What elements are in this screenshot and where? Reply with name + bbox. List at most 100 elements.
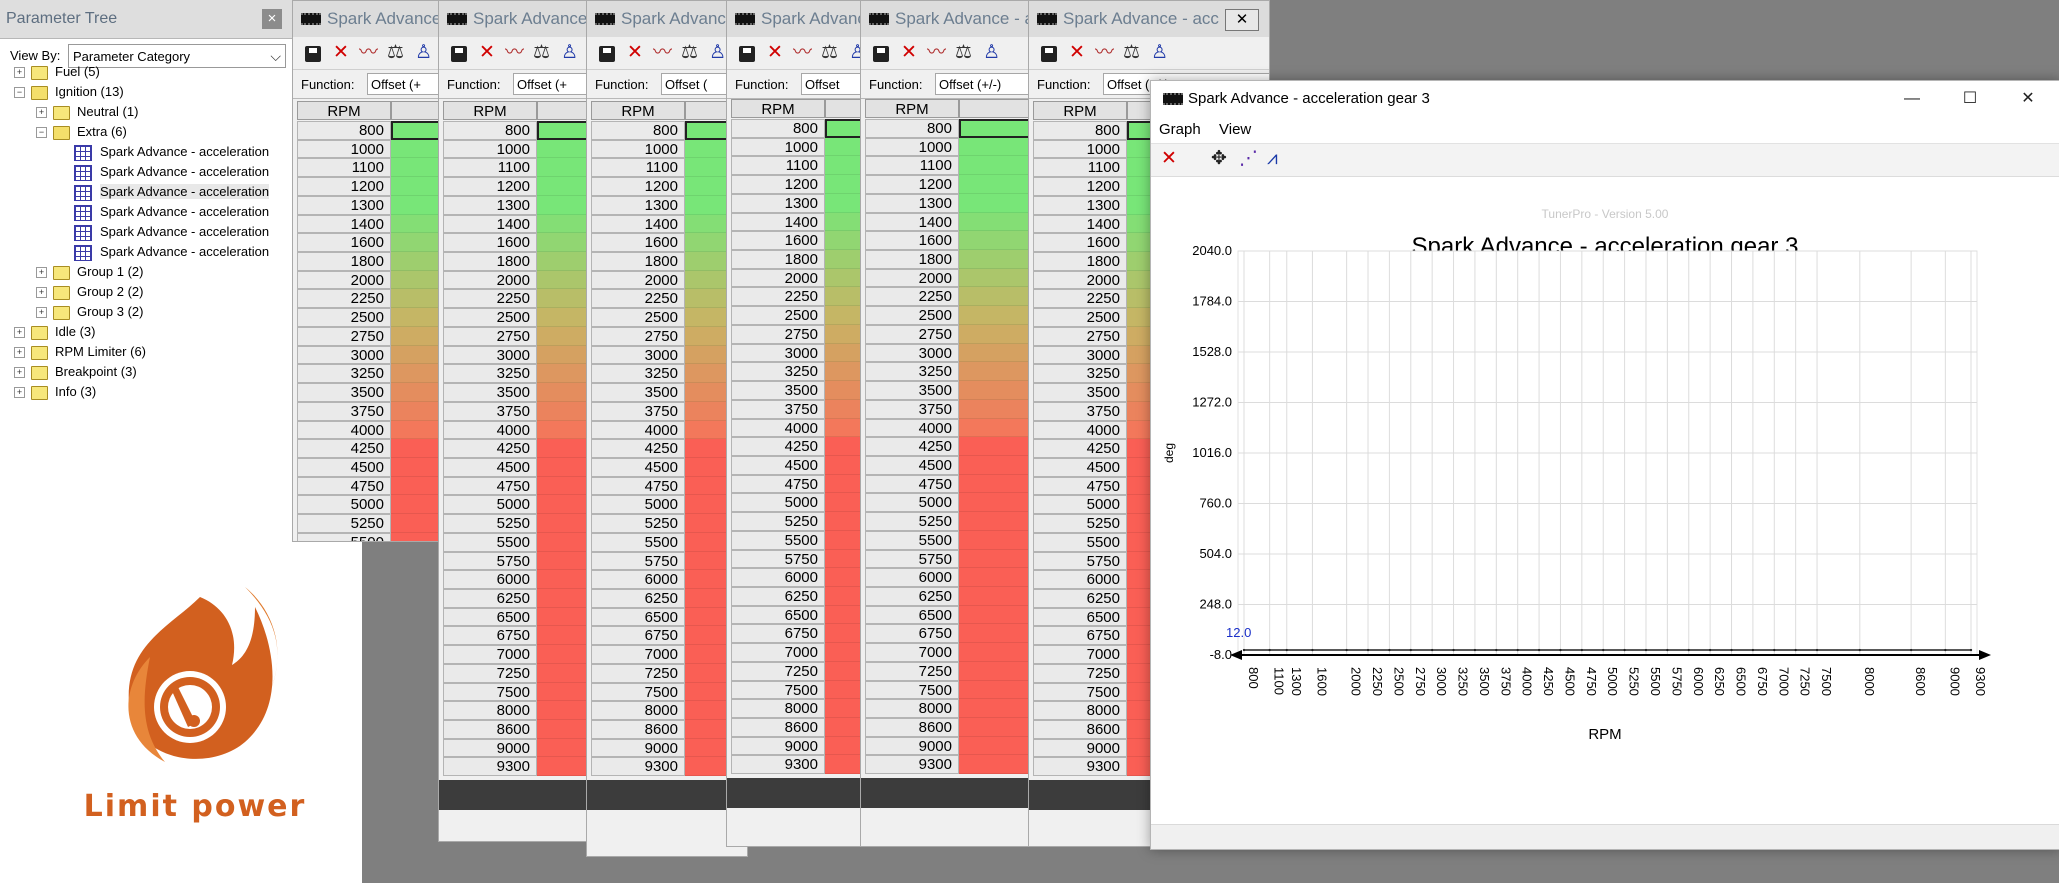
function-select[interactable]: Offset (+/-) <box>935 73 1031 95</box>
expand-icon[interactable]: + <box>14 327 25 339</box>
value-cell[interactable] <box>959 605 1031 625</box>
delete-icon[interactable]: ✕ <box>767 43 783 63</box>
value-cell[interactable] <box>959 661 1031 681</box>
compare-icon[interactable]: ⚖ <box>387 43 404 63</box>
value-cell[interactable] <box>959 381 1031 400</box>
tool-icon[interactable]: ♙ <box>709 43 726 63</box>
value-cell[interactable] <box>959 437 1031 456</box>
close-button[interactable]: ✕ <box>1999 81 2057 117</box>
expand-icon[interactable]: + <box>36 267 47 279</box>
tree-node[interactable]: − Ignition (13) <box>14 82 124 102</box>
value-cell[interactable] <box>959 250 1031 269</box>
value-cell[interactable] <box>959 568 1031 587</box>
value-cell[interactable] <box>959 718 1031 737</box>
value-cell[interactable] <box>959 455 1031 475</box>
value-cell[interactable] <box>959 156 1031 176</box>
graph-icon[interactable]: 〰 <box>653 43 672 63</box>
value-cell[interactable] <box>959 530 1031 550</box>
graph-icon[interactable]: 〰 <box>505 43 524 63</box>
compare-icon[interactable]: ⚖ <box>533 43 550 63</box>
graph-2d-icon[interactable]: ⋰ <box>1239 148 1258 170</box>
value-cell[interactable] <box>959 643 1031 662</box>
delete-icon[interactable]: ✕ <box>479 43 495 63</box>
value-cell[interactable] <box>959 418 1031 438</box>
tree-node[interactable]: Spark Advance - acceleration <box>58 182 270 202</box>
collapse-icon[interactable]: − <box>36 127 47 139</box>
graph-icon[interactable]: 〰 <box>793 43 812 63</box>
tree-node[interactable]: + Neutral (1) <box>36 102 138 122</box>
expand-icon[interactable]: + <box>14 347 25 359</box>
delete-icon[interactable]: ✕ <box>333 43 349 63</box>
tree-node[interactable]: + Group 3 (2) <box>36 302 143 322</box>
graph-icon[interactable]: 〰 <box>359 43 378 63</box>
tree-node[interactable]: + Breakpoint (3) <box>14 362 137 382</box>
graph-3d-icon[interactable]: ⩘ <box>1267 148 1278 170</box>
save-icon[interactable] <box>739 46 755 62</box>
save-icon[interactable] <box>305 46 321 62</box>
delete-icon[interactable]: ✕ <box>901 43 917 63</box>
expand-icon[interactable]: + <box>36 107 47 119</box>
value-cell[interactable] <box>959 362 1031 382</box>
tree-node[interactable]: + Info (3) <box>14 382 96 402</box>
expand-icon[interactable]: + <box>36 287 47 299</box>
value-cell[interactable] <box>959 137 1031 157</box>
value-cell[interactable] <box>959 736 1031 756</box>
value-cell[interactable] <box>959 512 1031 531</box>
tool-icon[interactable]: ♙ <box>1151 43 1168 63</box>
close-graph-icon[interactable]: ✕ <box>1161 148 1177 170</box>
tree-node[interactable]: + Group 2 (2) <box>36 282 143 302</box>
compare-icon[interactable]: ⚖ <box>821 43 838 63</box>
value-cell[interactable] <box>959 586 1031 606</box>
close-icon[interactable]: × <box>262 9 282 29</box>
menu-graph[interactable]: Graph <box>1159 121 1201 138</box>
compare-icon[interactable]: ⚖ <box>1123 43 1140 63</box>
view-by-select[interactable]: Parameter Category ⌵ <box>68 44 286 68</box>
tree-node[interactable]: Spark Advance - acceleration <box>58 162 269 182</box>
tree-node[interactable]: − Extra (6) <box>36 122 127 142</box>
compare-icon[interactable]: ⚖ <box>681 43 698 63</box>
value-cell[interactable] <box>959 175 1031 194</box>
table-window-title-bar[interactable]: Spark Advance - acc ✕ <box>1029 1 1269 37</box>
crosshair-icon[interactable]: ✥ <box>1211 148 1227 170</box>
expand-icon[interactable]: + <box>14 67 25 79</box>
save-icon[interactable] <box>599 46 615 62</box>
expand-icon[interactable]: + <box>36 307 47 319</box>
value-cell[interactable] <box>959 680 1031 700</box>
tool-icon[interactable]: ♙ <box>983 43 1000 63</box>
value-cell[interactable] <box>959 268 1031 288</box>
tree-node[interactable]: + Group 1 (2) <box>36 262 143 282</box>
graph-icon[interactable]: 〰 <box>1095 43 1114 63</box>
value-cell[interactable] <box>959 212 1031 232</box>
collapse-icon[interactable]: − <box>14 87 25 99</box>
tree-node[interactable]: + RPM Limiter (6) <box>14 342 146 362</box>
value-cell[interactable] <box>959 624 1031 644</box>
value-cell[interactable] <box>959 474 1031 494</box>
tree-node[interactable]: + Fuel (5) <box>14 62 100 82</box>
tree-node[interactable]: Spark Advance - acceleration <box>58 142 269 162</box>
value-cell[interactable] <box>959 119 1031 138</box>
menu-view[interactable]: View <box>1219 121 1251 138</box>
table-window-title-bar[interactable]: Spark Advance - a <box>587 1 747 37</box>
table-window-title-bar[interactable]: Spark Advance - a <box>293 1 453 37</box>
value-cell[interactable] <box>959 324 1031 344</box>
close-icon[interactable]: ✕ <box>1225 9 1259 31</box>
delete-icon[interactable]: ✕ <box>1069 43 1085 63</box>
table-window-title-bar[interactable]: Spark Advance - ac <box>861 1 1031 37</box>
save-icon[interactable] <box>451 46 467 62</box>
tree-node[interactable]: Spark Advance - acceleration <box>58 222 269 242</box>
compare-icon[interactable]: ⚖ <box>955 43 972 63</box>
maximize-button[interactable]: ☐ <box>1941 81 1999 117</box>
delete-icon[interactable]: ✕ <box>627 43 643 63</box>
tool-icon[interactable]: ♙ <box>415 43 432 63</box>
value-cell[interactable] <box>959 287 1031 307</box>
value-cell[interactable] <box>959 699 1031 718</box>
tree-node[interactable]: Spark Advance - acceleration <box>58 202 269 222</box>
tree-node[interactable]: Spark Advance - acceleration <box>58 242 269 262</box>
value-cell[interactable] <box>959 399 1031 419</box>
tool-icon[interactable]: ♙ <box>561 43 578 63</box>
value-cell[interactable] <box>959 231 1031 251</box>
save-icon[interactable] <box>1041 46 1057 62</box>
expand-icon[interactable]: + <box>14 387 25 399</box>
value-cell[interactable] <box>959 493 1031 513</box>
save-icon[interactable] <box>873 46 889 62</box>
